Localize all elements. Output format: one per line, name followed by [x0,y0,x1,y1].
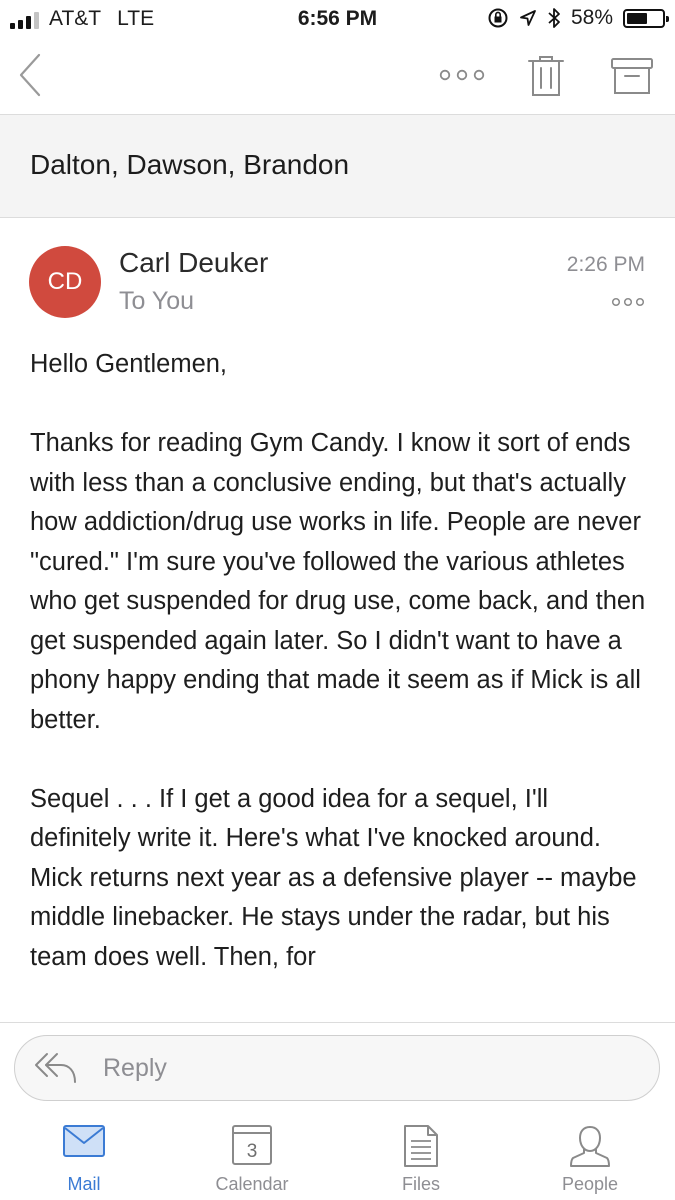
tab-mail[interactable]: Mail [0,1114,168,1200]
sender-name[interactable]: Carl Deuker [119,247,268,279]
reply-placeholder: Reply [103,1054,167,1082]
message-paragraph: Thanks for reading Gym Candy. I know it … [30,429,646,734]
file-icon [404,1125,438,1167]
message-paragraph: Sequel . . . If I get a good idea for a … [30,784,637,971]
message-time: 2:26 PM [566,253,645,276]
mail-icon [63,1125,105,1157]
tab-label: People [561,1174,619,1194]
message-body: Hello Gentlemen, Thanks for reading Gym … [30,345,650,1020]
battery-icon [623,8,669,28]
avatar[interactable]: CD [29,246,101,318]
bluetooth-icon [548,8,560,28]
message-more-button[interactable] [611,294,645,312]
more-horizontal-icon [611,297,645,307]
avatar-initials: CD [47,268,83,295]
battery-percent: 58% [570,6,613,29]
tab-label: Files [401,1174,440,1194]
back-button[interactable] [8,48,52,102]
tab-calendar[interactable]: 3 Calendar [168,1114,336,1200]
orientation-lock-icon [488,8,508,28]
tab-label: Calendar [215,1174,289,1194]
archive-icon [611,58,653,94]
message-toolbar [0,38,675,114]
recipient-line[interactable]: To You [119,287,194,316]
tab-bar: Mail 3 Calendar Files People [0,1114,675,1200]
battery-level [627,12,647,24]
reply-icon [33,1048,79,1091]
reply-bar: Reply [0,1022,675,1114]
calendar-day: 3 [247,1141,258,1162]
tab-people[interactable]: People [506,1114,674,1200]
tab-files[interactable]: Files [337,1114,505,1200]
thread-subject: Dalton, Dawson, Brandon [30,149,350,180]
person-icon [570,1125,610,1167]
chevron-left-icon [19,53,41,97]
status-right: 58% [487,6,669,30]
calendar-icon: 3 [232,1125,272,1165]
thread-header: Dalton, Dawson, Brandon [0,114,675,218]
tab-label: Mail [67,1174,101,1194]
more-options-button[interactable] [432,58,492,92]
reply-field[interactable]: Reply [14,1035,660,1101]
location-arrow-icon [520,10,536,26]
delete-button[interactable] [522,52,570,100]
trash-icon [528,56,564,96]
archive-button[interactable] [606,52,658,100]
message-paragraph: Hello Gentlemen, [30,350,228,378]
status-bar: AT&T LTE 6:56 PM 58% [0,0,675,38]
more-horizontal-icon [439,69,485,81]
